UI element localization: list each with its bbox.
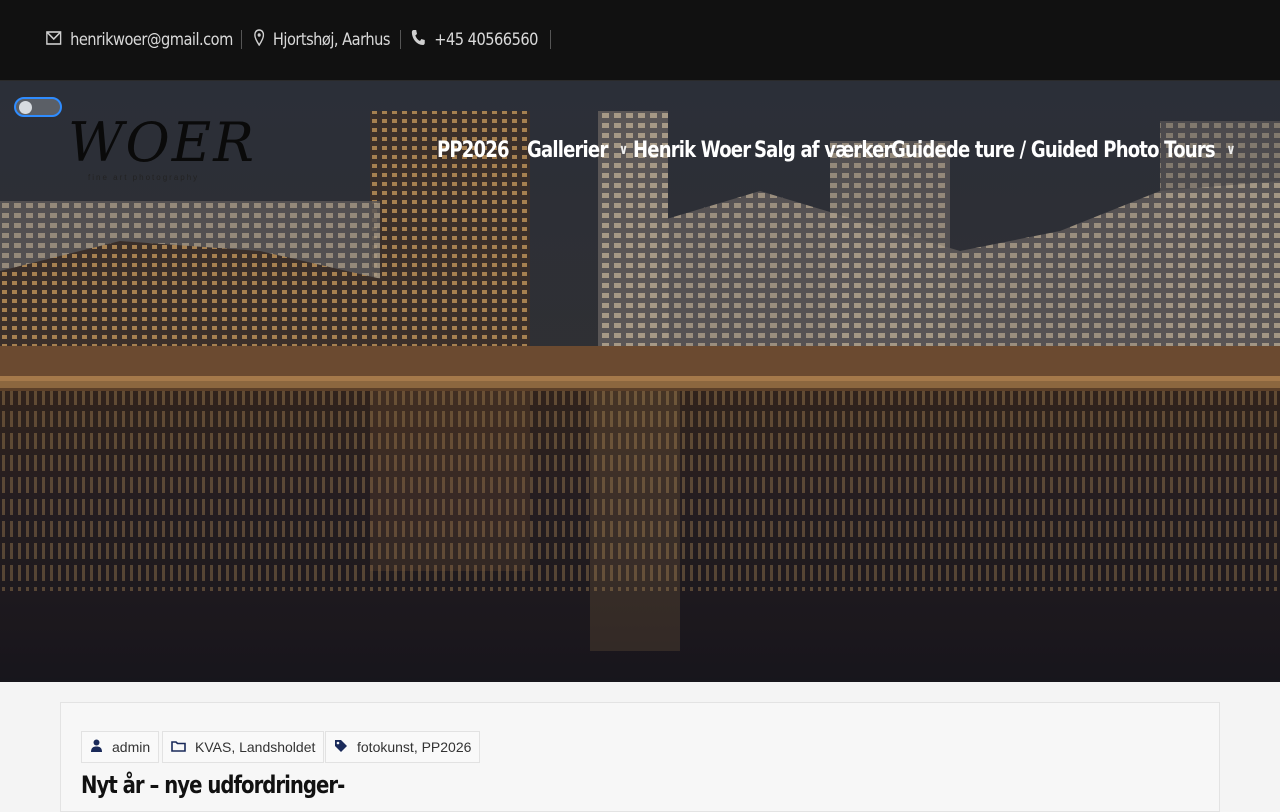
tags-icon <box>334 739 348 756</box>
divider <box>550 30 551 49</box>
nav-item-henrik-woer[interactable]: Henrik Woer <box>633 135 751 165</box>
hero-banner: WOER fine art photography PP2026 Galleri… <box>0 81 1280 682</box>
nav-label: Gallerier <box>527 137 608 163</box>
author-name[interactable]: admin <box>112 739 150 755</box>
phone-icon <box>411 29 426 51</box>
user-icon <box>90 739 103 755</box>
categories-text[interactable]: KVAS, Landsholdet <box>195 739 315 755</box>
post-categories[interactable]: KVAS, Landsholdet <box>162 731 325 763</box>
location-contact: Hjortshøj, Aarhus <box>254 28 390 52</box>
nav-item-guidede-ture[interactable]: Guidede ture / Guided Photo Tours ∨ <box>891 135 1236 165</box>
email-text[interactable]: henrikwoer@gmail.com <box>70 30 233 50</box>
post-title[interactable]: Nyt år – nye udfordringer- <box>81 771 345 799</box>
nav-label: Guidede ture / Guided Photo Tours <box>891 137 1216 163</box>
top-contact-bar: henrikwoer@gmail.com Hjortshøj, Aarhus +… <box>0 0 1280 81</box>
toggle-knob <box>19 101 32 114</box>
nav-label: Salg af værker <box>754 137 892 163</box>
tags-text[interactable]: fotokunst, PP2026 <box>357 739 471 755</box>
post-card: admin KVAS, Landsholdet fotokunst, PP202… <box>60 702 1220 812</box>
nav-item-gallerier[interactable]: Gallerier ∨ <box>527 135 628 165</box>
nav-item-pp2026[interactable]: PP2026 <box>437 135 510 165</box>
dark-mode-toggle[interactable] <box>14 97 62 117</box>
nav-label: Henrik Woer <box>633 137 751 163</box>
phone-contact[interactable]: +45 40566560 <box>411 28 538 52</box>
logo-subtitle: fine art photography <box>88 173 200 182</box>
post-tags[interactable]: fotokunst, PP2026 <box>325 731 481 763</box>
chevron-down-icon: ∨ <box>1226 142 1235 158</box>
site-logo[interactable]: WOER fine art photography <box>68 111 256 186</box>
location-text: Hjortshøj, Aarhus <box>272 30 391 50</box>
divider <box>400 30 401 49</box>
email-contact[interactable]: henrikwoer@gmail.com <box>46 28 233 52</box>
logo-text: WOER <box>68 111 256 174</box>
post-author[interactable]: admin <box>81 731 160 763</box>
divider <box>241 30 242 49</box>
chevron-down-icon: ∨ <box>618 142 628 158</box>
mail-icon <box>46 30 62 50</box>
phone-text[interactable]: +45 40566560 <box>434 30 538 50</box>
folder-icon <box>171 740 186 755</box>
nav-label: PP2026 <box>437 137 510 163</box>
map-pin-icon <box>254 29 265 51</box>
nav-item-salg[interactable]: Salg af værker <box>754 135 892 165</box>
